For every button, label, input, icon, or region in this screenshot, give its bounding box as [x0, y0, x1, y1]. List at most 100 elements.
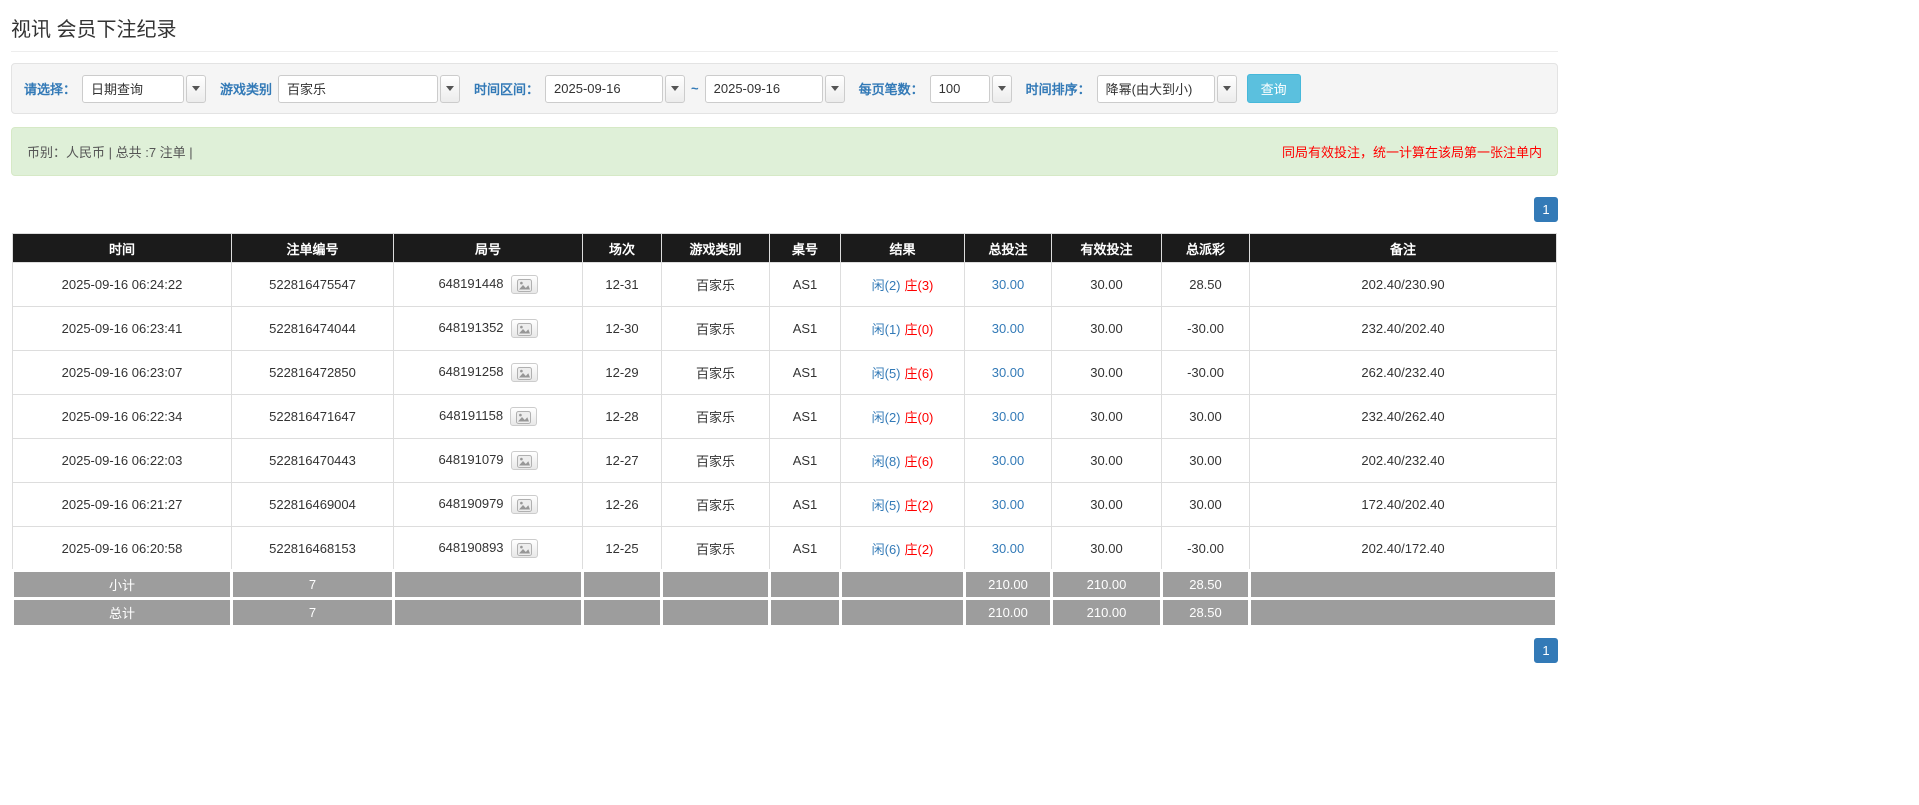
game-type-value: 百家乐	[695, 454, 735, 469]
game-type-input[interactable]	[278, 74, 439, 103]
sort-input[interactable]	[1096, 74, 1215, 103]
cell-valid-bet: 30.00	[1051, 526, 1162, 571]
date-from-combo	[545, 74, 686, 103]
query-type-combo	[82, 74, 207, 103]
session-value: 12-25	[605, 540, 639, 556]
subtotal-empty-cell	[768, 569, 842, 600]
round-number: 648190979	[438, 495, 504, 511]
replay-image-icon	[516, 323, 532, 336]
payout-value: 30.00	[1189, 409, 1222, 424]
date-to-dropdown-button[interactable]	[824, 74, 845, 103]
cell-game-type: 百家乐	[661, 438, 770, 483]
bet-id-value: 522816468153	[269, 540, 356, 556]
cell-result: 闲(1) 庄(0)	[840, 306, 965, 351]
date-from-input[interactable]	[545, 74, 664, 103]
cell-table-no: AS1	[769, 394, 841, 439]
cell-payout: 30.00	[1161, 394, 1250, 439]
search-button[interactable]: 查询	[1246, 74, 1301, 103]
replay-image-icon	[516, 542, 532, 556]
total-bet-link[interactable]: 30.00	[992, 541, 1025, 556]
game-type-dropdown-button[interactable]	[440, 74, 461, 103]
bet-id-value: 522816471647	[269, 409, 356, 424]
total-bet-link[interactable]: 30.00	[992, 409, 1025, 424]
result-banker: 庄(2)	[904, 541, 934, 557]
per-page-input[interactable]	[929, 74, 990, 103]
time-value: 2025-09-16 06:22:34	[61, 409, 183, 424]
round-replay-button[interactable]	[510, 495, 538, 514]
valid-bet-value: 30.00	[1090, 497, 1123, 512]
chevron-down-icon	[446, 86, 455, 91]
cell-session: 12-30	[582, 306, 662, 351]
page-header: 视讯 会员下注纪录	[11, 0, 1558, 52]
cell-game-type: 百家乐	[661, 262, 770, 307]
cell-total-bet: 30.00	[964, 306, 1052, 351]
cell-table-no: AS1	[769, 482, 841, 527]
note-value: 202.40/230.90	[1361, 277, 1445, 292]
column-header: 有效投注	[1051, 233, 1162, 263]
cell-table-no: AS1	[769, 262, 841, 307]
total-bet-link[interactable]: 30.00	[992, 365, 1025, 380]
query-type-input[interactable]	[82, 74, 185, 103]
cell-bet-id: 522816472850	[231, 350, 394, 395]
grand-total-valid-bet: 210.00	[1050, 597, 1163, 628]
query-type-dropdown-button[interactable]	[186, 74, 207, 103]
cell-payout: 30.00	[1161, 482, 1250, 527]
round-replay-button[interactable]	[510, 275, 538, 294]
subtotal-empty-cell	[581, 569, 663, 600]
bet-id-value: 522816475547	[269, 277, 356, 292]
date-from-dropdown-button[interactable]	[665, 74, 686, 103]
column-header: 注单编号	[231, 233, 394, 263]
grand-total-empty-cell	[839, 597, 966, 628]
column-header: 总派彩	[1161, 233, 1250, 263]
total-bet-link[interactable]: 30.00	[992, 321, 1025, 336]
table-row: 2025-09-16 06:23:07 522816472850 648191258…	[12, 350, 1557, 395]
subtotal-total-bet: 210.00	[963, 569, 1053, 600]
total-bet-link[interactable]: 30.00	[992, 277, 1025, 292]
cell-table-no: AS1	[769, 438, 841, 483]
table-head: 时间 注单编号 局号 场次 游戏类别 桌号 结果 总投注 有效投注 总派彩 备注	[12, 233, 1557, 263]
cell-bet-id: 522816469004	[231, 482, 394, 527]
date-to-input[interactable]	[704, 74, 823, 103]
page-1-button[interactable]: 1	[1534, 638, 1558, 663]
time-value: 2025-09-16 06:20:58	[61, 540, 183, 556]
pagination-bottom: 1	[11, 638, 1558, 663]
total-bet-link[interactable]: 30.00	[992, 497, 1025, 512]
round-number: 648191448	[438, 275, 504, 291]
round-replay-button[interactable]	[510, 451, 538, 470]
sort-combo	[1096, 74, 1237, 103]
round-replay-button[interactable]	[510, 319, 538, 338]
cell-payout: -30.00	[1161, 526, 1250, 571]
page-1-button[interactable]: 1	[1534, 197, 1558, 222]
session-value: 12-27	[605, 453, 639, 468]
cell-result: 闲(8) 庄(6)	[840, 438, 965, 483]
game-type-label: 游戏类别	[220, 82, 273, 97]
chevron-down-icon	[830, 86, 839, 91]
round-replay-button[interactable]	[510, 407, 538, 426]
cell-game-type: 百家乐	[661, 394, 770, 439]
subtotal-empty-cell	[839, 569, 966, 600]
sort-label: 时间排序：	[1025, 82, 1091, 97]
header-row: 时间 注单编号 局号 场次 游戏类别 桌号 结果 总投注 有效投注 总派彩 备注	[12, 233, 1557, 263]
cell-game-type: 百家乐	[661, 350, 770, 395]
result-player: 闲(8)	[871, 454, 901, 469]
game-type-value: 百家乐	[695, 366, 735, 381]
cell-table-no: AS1	[769, 350, 841, 395]
bet-id-value: 522816472850	[269, 365, 356, 380]
round-number: 648191079	[438, 451, 504, 467]
cell-time: 2025-09-16 06:24:22	[12, 262, 232, 307]
round-replay-button[interactable]	[510, 538, 538, 558]
cell-game-type: 百家乐	[661, 306, 770, 351]
table-no-value: AS1	[792, 497, 818, 512]
per-page-dropdown-button[interactable]	[991, 74, 1012, 103]
result-player: 闲(1)	[871, 322, 901, 337]
replay-image-icon	[516, 279, 532, 292]
round-replay-button[interactable]	[510, 363, 538, 382]
session-value: 12-30	[605, 321, 639, 336]
sort-dropdown-button[interactable]	[1216, 74, 1237, 103]
grand-total-row: 总计 7 210.00 210.00 28.50	[11, 597, 1558, 628]
subtotal-count: 7	[230, 569, 395, 600]
pagination-top: 1	[11, 197, 1558, 222]
cell-valid-bet: 30.00	[1051, 262, 1162, 307]
cell-valid-bet: 30.00	[1051, 394, 1162, 439]
total-bet-link[interactable]: 30.00	[992, 453, 1025, 468]
